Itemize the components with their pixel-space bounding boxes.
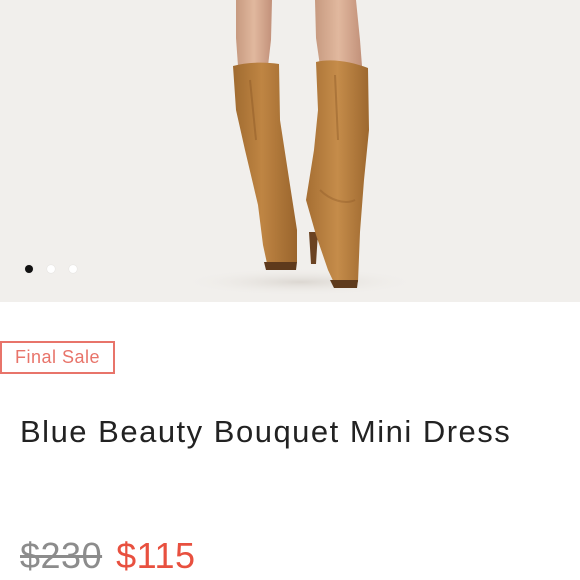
product-image-carousel[interactable] (0, 0, 580, 302)
product-photo (180, 0, 420, 296)
carousel-dot-3[interactable] (69, 265, 77, 273)
carousel-dot-1[interactable] (25, 265, 33, 273)
original-price: $230 (20, 535, 103, 576)
final-sale-badge: Final Sale (0, 341, 115, 374)
carousel-dot-2[interactable] (47, 265, 55, 273)
sale-price: $115 (116, 535, 196, 576)
product-title: Blue Beauty Bouquet Mini Dress (20, 414, 512, 449)
carousel-pagination (25, 265, 77, 273)
price-block: $230 $115 (20, 535, 196, 577)
